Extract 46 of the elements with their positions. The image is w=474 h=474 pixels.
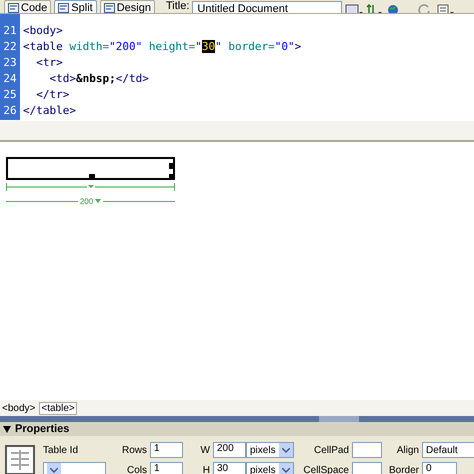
field-label: CellPad: [312, 444, 350, 456]
code-line: </tr>: [35, 88, 70, 100]
field-label: W: [200, 444, 211, 456]
rows-field[interactable]: 1: [150, 442, 183, 458]
field-label: Border: [388, 464, 420, 474]
table-width-label[interactable]: 200: [80, 196, 94, 206]
width-field[interactable]: 200: [213, 442, 246, 458]
align-select[interactable]: Default: [422, 442, 474, 458]
properties-header[interactable]: Properties: [0, 422, 474, 436]
view-options-icon[interactable]: [437, 4, 456, 13]
tag-selector-item[interactable]: <body>: [0, 402, 38, 414]
splitter-bar[interactable]: [0, 120, 474, 142]
height-field[interactable]: 30: [213, 462, 246, 474]
caret-icon[interactable]: [95, 199, 102, 203]
panel-title: Properties: [15, 423, 70, 435]
field-label: Table Id: [42, 444, 80, 456]
field-label: Cols: [126, 464, 148, 474]
tag-selector-item[interactable]: <table>: [39, 402, 77, 414]
title-label: Title:: [166, 0, 190, 13]
code-line: </table>: [22, 104, 76, 116]
title-field[interactable]: Untitled Document: [192, 1, 342, 13]
code-line: <tr>: [35, 56, 63, 68]
field-label: H: [202, 464, 211, 474]
view-tab[interactable]: Design: [100, 0, 155, 13]
expand-arrow-icon[interactable]: [3, 426, 11, 432]
document-icon: [104, 3, 115, 13]
cellspace-field[interactable]: [352, 462, 382, 474]
field-label: Rows: [120, 444, 148, 456]
table-outline[interactable]: [6, 157, 175, 180]
table-icon: [5, 445, 35, 474]
field-label: Align: [396, 444, 420, 456]
code-line: <table width="200" height="30" border="0">: [22, 40, 302, 52]
document-icon: [8, 3, 19, 13]
sort-arrows-icon[interactable]: [366, 4, 384, 13]
view-tab[interactable]: Code: [4, 0, 52, 13]
view-tab[interactable]: Split: [54, 0, 97, 13]
document-icon: [58, 3, 70, 13]
code-line: <td>&nbsp;</td>: [48, 72, 149, 84]
panel-resize-handle[interactable]: [319, 416, 359, 422]
table-id-select[interactable]: [43, 462, 106, 474]
file-management-icon[interactable]: [345, 4, 364, 13]
code-line: <body>: [22, 24, 63, 36]
cols-field[interactable]: 1: [150, 462, 183, 474]
border-field[interactable]: 0: [422, 462, 457, 474]
cellpad-field[interactable]: [352, 442, 382, 458]
width-unit-select[interactable]: pixels: [246, 442, 294, 458]
